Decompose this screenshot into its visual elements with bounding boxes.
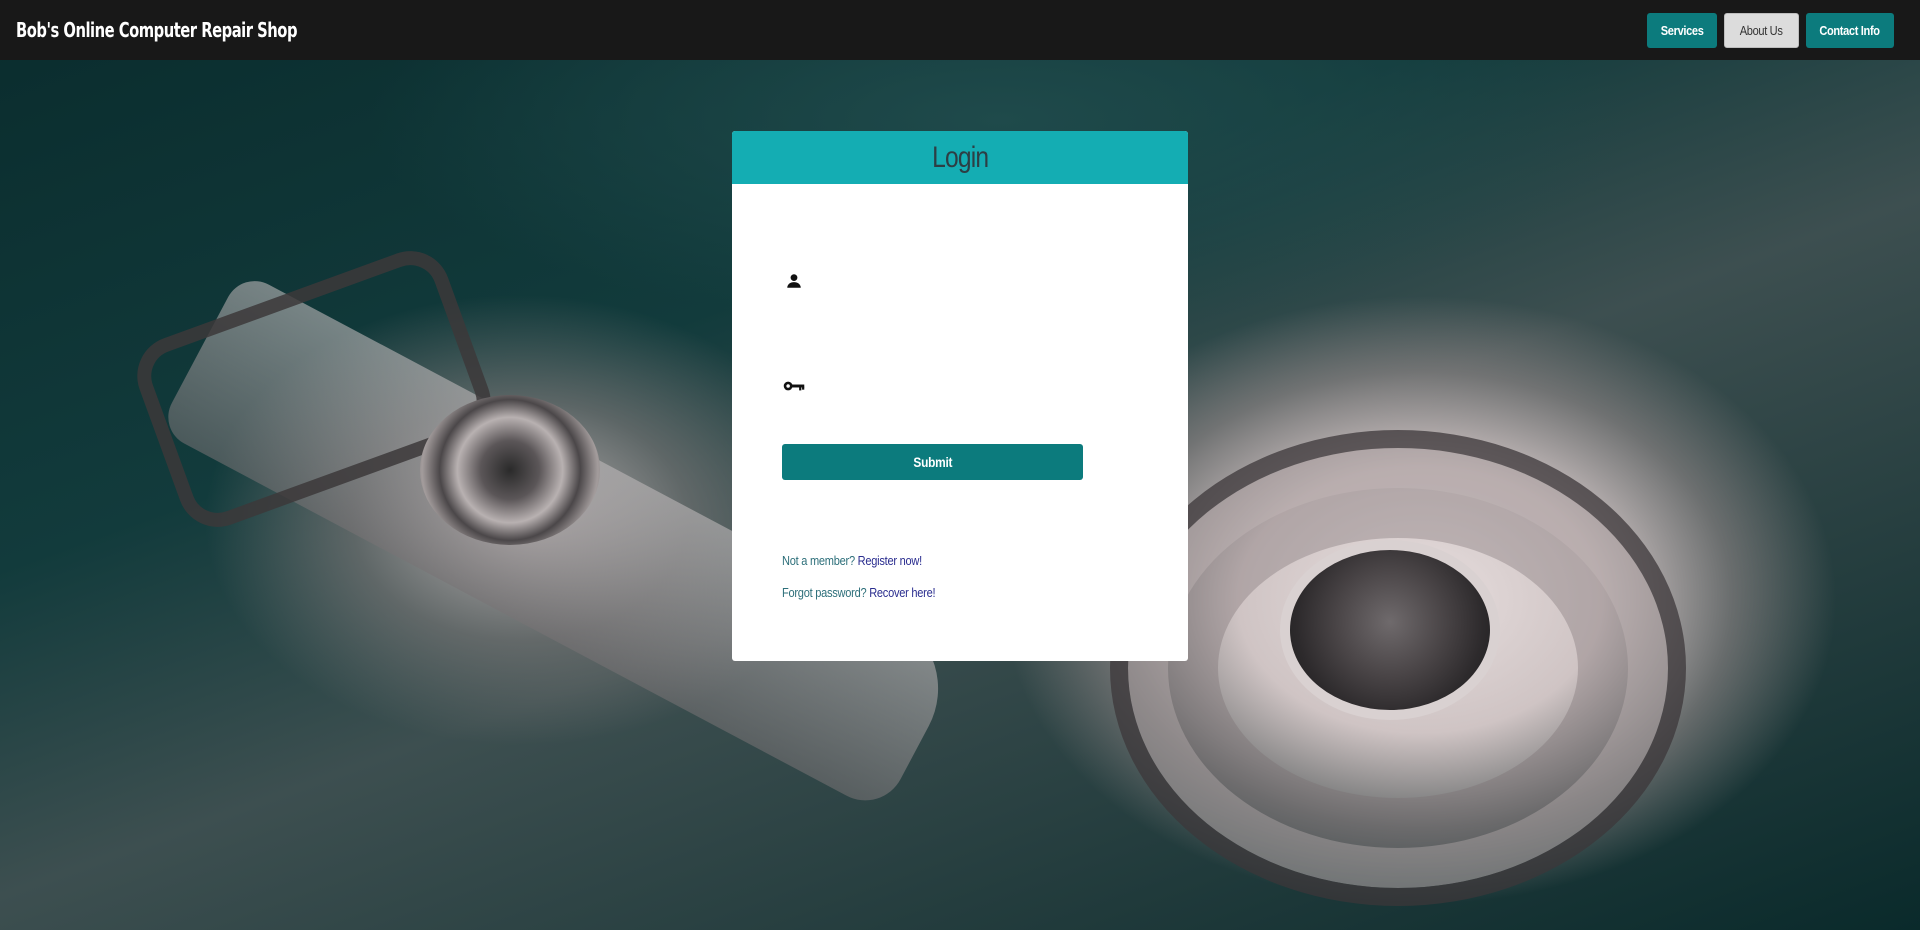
recover-line-wrap: Forgot password? Recover here! xyxy=(782,585,936,600)
login-title: Login xyxy=(931,140,989,174)
nav-buttons: Services About Us Contact Info xyxy=(1647,12,1894,48)
username-input[interactable] xyxy=(816,263,1142,299)
login-card: Login Submit Not a member? Register now! xyxy=(732,131,1188,661)
hard-drive-spindle xyxy=(1280,540,1500,720)
contact-info-button[interactable]: Contact Info xyxy=(1806,12,1894,48)
hard-drive-bearing xyxy=(420,395,600,545)
about-us-button-label: About Us xyxy=(1740,22,1783,38)
recover-link[interactable]: Recover here! xyxy=(869,585,935,600)
register-line-wrap: Not a member? Register now! xyxy=(782,553,922,568)
person-icon xyxy=(782,269,806,293)
recover-prefix: Forgot password? xyxy=(782,585,870,600)
register-prefix: Not a member? xyxy=(782,553,858,568)
submit-button[interactable]: Submit xyxy=(782,444,1083,480)
register-link[interactable]: Register now! xyxy=(858,553,923,568)
password-input[interactable] xyxy=(816,368,1142,404)
recover-line: Forgot password? Recover here! xyxy=(782,585,962,600)
site-brand[interactable]: Bob's Online Computer Repair Shop xyxy=(16,18,298,42)
username-row xyxy=(782,261,1142,301)
key-icon xyxy=(782,374,806,398)
contact-info-button-label: Contact Info xyxy=(1819,22,1881,38)
services-button[interactable]: Services xyxy=(1647,12,1717,48)
submit-button-label: Submit xyxy=(913,454,952,470)
register-line: Not a member? Register now! xyxy=(782,553,947,568)
password-row xyxy=(782,366,1142,406)
login-card-header: Login xyxy=(732,131,1188,184)
services-button-label: Services xyxy=(1660,22,1704,38)
top-navbar: Bob's Online Computer Repair Shop Servic… xyxy=(0,0,1920,60)
about-us-button[interactable]: About Us xyxy=(1724,12,1799,48)
